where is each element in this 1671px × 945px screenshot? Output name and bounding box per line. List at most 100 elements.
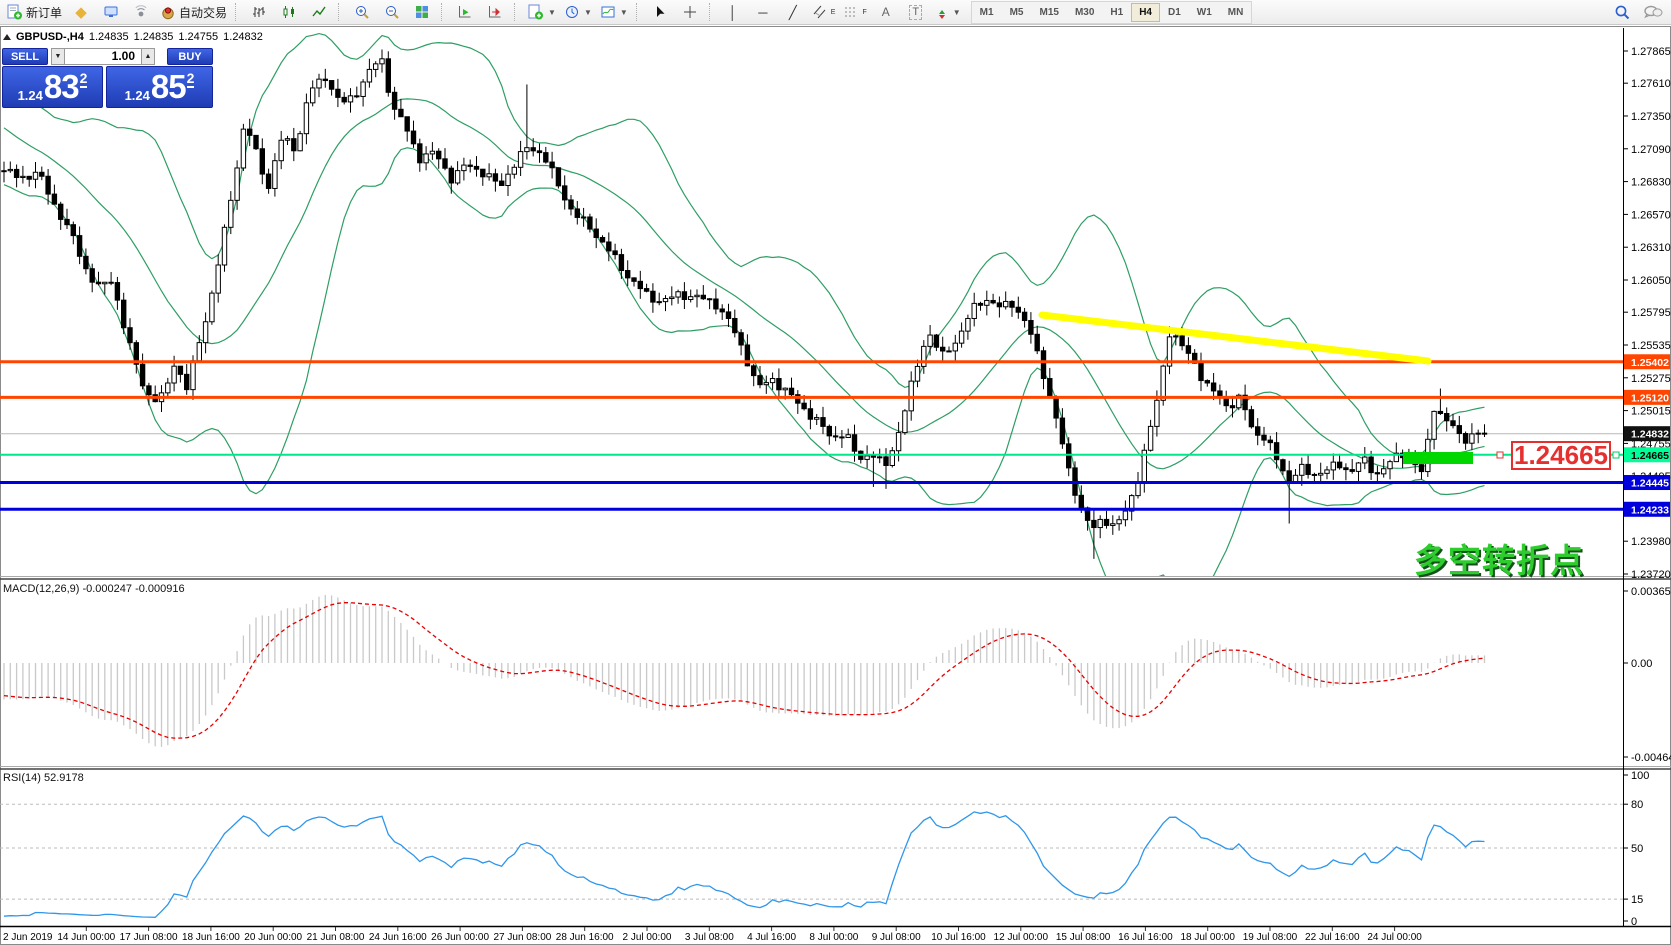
buy-button[interactable]: BUY (167, 48, 213, 65)
auto-trading-button[interactable]: 自动交易 (156, 1, 231, 24)
volume-decrease-button[interactable]: ▼ (51, 48, 65, 65)
line-chart-icon (311, 4, 327, 20)
horizontal-line-icon: ─ (758, 6, 767, 19)
tile-windows-button[interactable] (407, 1, 437, 24)
text-label-tool-button[interactable]: T (901, 1, 931, 24)
quotes-button[interactable]: ◆ (66, 1, 96, 24)
price-axis-tick: 1.25015 (1631, 406, 1671, 418)
timeframe-button-h1[interactable]: H1 (1102, 3, 1131, 22)
fibonacci-icon (843, 4, 859, 20)
timeframe-button-w1[interactable]: W1 (1189, 3, 1220, 22)
time-axis-label: 26 Jun 00:00 (431, 932, 489, 943)
channel-tool-button[interactable]: E (808, 1, 840, 24)
chart-ohlc-header: GBPUSD-,H4 1.24835 1.24835 1.24755 1.248… (3, 31, 263, 43)
candlestick-mode-button[interactable] (274, 1, 304, 24)
level-1.25402-badge-text: 1.25402 (1631, 357, 1669, 369)
line-chart-mode-button[interactable] (304, 1, 334, 24)
search-icon[interactable] (1614, 4, 1631, 21)
level-1.25120-badge-text: 1.25120 (1631, 392, 1669, 404)
auto-trading-icon (160, 4, 176, 20)
rsi-axis-tick: 15 (1631, 894, 1643, 906)
macd-axis-tick: -0.004645 (1631, 752, 1671, 764)
volume-input[interactable]: 1.00 (64, 48, 142, 65)
text-label-icon: T (909, 5, 922, 20)
periods-button[interactable]: ▼ (560, 1, 596, 24)
time-axis-label: 18 Jun 16:00 (182, 932, 240, 943)
cursor-icon (652, 4, 668, 20)
time-axis-label: 16 Jul 16:00 (1118, 932, 1173, 943)
timeframe-button-h4[interactable]: H4 (1131, 3, 1160, 22)
arrows-tool-button[interactable]: ▼ (931, 1, 965, 24)
timeframe-button-mn[interactable]: MN (1220, 3, 1252, 22)
text-tool-button[interactable]: A (871, 1, 901, 24)
new-chart-icon (527, 4, 544, 20)
auto-scroll-icon (457, 4, 473, 20)
trendline-tool-button[interactable]: ╱ (778, 1, 808, 24)
buy-price-small: 1.24 (125, 88, 150, 103)
rsi-indicator-label: RSI(14) 52.9178 (3, 772, 84, 784)
timeframe-button-d1[interactable]: D1 (1160, 3, 1189, 22)
price-axis-tick: 1.26310 (1631, 242, 1671, 254)
signal-button[interactable] (126, 1, 156, 24)
zoom-out-button[interactable] (377, 1, 407, 24)
buy-price-panel[interactable]: 1.24 85 2 (106, 66, 213, 108)
time-axis-label: 8 Jul 00:00 (809, 932, 858, 943)
terminal-button[interactable] (96, 1, 126, 24)
new-order-button[interactable]: 新订单 (2, 1, 66, 24)
fibonacci-tool-button[interactable]: F (839, 1, 870, 24)
time-axis-label: 18 Jul 00:00 (1180, 932, 1235, 943)
time-axis-label: 17 Jun 08:00 (120, 932, 178, 943)
toolbar-separator (709, 3, 714, 21)
chinese-annotation-text[interactable]: 多空转折点 (1414, 534, 1584, 582)
chat-icon[interactable] (1643, 4, 1663, 20)
timeframe-button-m15[interactable]: M15 (1031, 3, 1066, 22)
time-axis-label: 3 Jul 08:00 (685, 932, 734, 943)
time-axis-label: 22 Jul 16:00 (1305, 932, 1360, 943)
toolbar-separator (636, 3, 641, 21)
chart-shift-button[interactable] (480, 1, 510, 24)
chart-canvas[interactable]: 1.278651.276101.273501.270901.268301.265… (0, 0, 1671, 945)
sell-price-panel[interactable]: 1.24 83 2 (2, 66, 103, 108)
price-axis-tick: 1.25275 (1631, 373, 1671, 385)
time-axis-label: 2 Jun 2019 (3, 932, 53, 943)
vertical-line-tool-button[interactable]: │ (718, 1, 748, 24)
crosshair-tool-button[interactable] (675, 1, 705, 24)
sell-button[interactable]: SELL (2, 48, 48, 65)
time-axis-label: 28 Jun 16:00 (556, 932, 614, 943)
bar-chart-mode-button[interactable] (244, 1, 274, 24)
price-axis-tick: 1.26570 (1631, 209, 1671, 221)
rsi-axis-tick: 100 (1631, 770, 1649, 782)
bar-chart-icon (251, 4, 267, 20)
green-highlight-bar[interactable] (1403, 452, 1473, 464)
time-axis-label: 9 Jul 08:00 (872, 932, 921, 943)
price-axis-tick: 1.25535 (1631, 340, 1671, 352)
time-axis-label: 24 Jul 00:00 (1367, 932, 1422, 943)
volume-increase-button[interactable]: ▲ (141, 48, 155, 65)
price-axis-tick: 1.27610 (1631, 78, 1671, 90)
trade-panel-prices: 1.24 83 2 1.24 85 2 (2, 66, 214, 108)
new-chart-button[interactable]: ▼ (523, 1, 560, 24)
mt4-terminal: { "toolbar": { "new_order_label": "新订单",… (0, 0, 1671, 945)
cursor-tool-button[interactable] (645, 1, 675, 24)
trade-panel-controls: SELL ▼ 1.00 ▲ BUY (2, 48, 214, 65)
zoom-out-icon (384, 4, 400, 20)
price-axis-tick: 1.27865 (1631, 46, 1671, 58)
timeframe-button-m30[interactable]: M30 (1067, 3, 1102, 22)
ohlc-close: 1.24832 (223, 31, 263, 43)
fibo-letter: F (862, 9, 866, 16)
sell-price-small: 1.24 (18, 88, 43, 103)
symbol-marker-icon (3, 34, 11, 40)
level-anchor-marker (1613, 452, 1619, 458)
text-tool-icon: A (882, 6, 890, 19)
auto-scroll-button[interactable] (450, 1, 480, 24)
sell-price-sup: 2 (80, 70, 88, 88)
price-callout-box[interactable]: 1.24665 (1511, 441, 1611, 470)
price-axis-tick: 1.27350 (1631, 111, 1671, 123)
ohlc-low: 1.24755 (178, 31, 218, 43)
price-axis-tick: 1.25795 (1631, 307, 1671, 319)
timeframe-button-m1[interactable]: M1 (972, 3, 1002, 22)
horizontal-line-tool-button[interactable]: ─ (748, 1, 778, 24)
zoom-in-button[interactable] (347, 1, 377, 24)
timeframe-button-m5[interactable]: M5 (1002, 3, 1032, 22)
templates-button[interactable]: ▼ (596, 1, 632, 24)
